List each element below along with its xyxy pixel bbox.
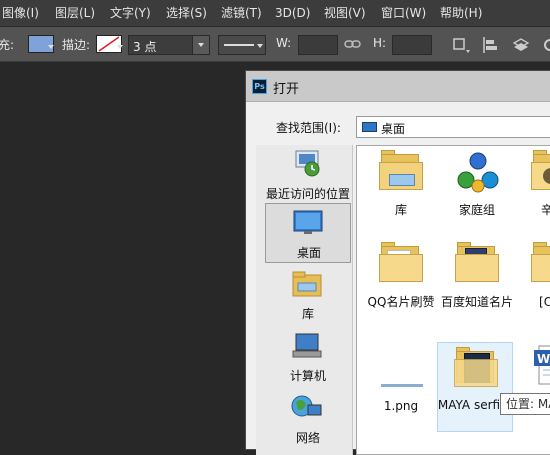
menu-view[interactable]: 视图(V) bbox=[324, 0, 366, 26]
file-label: 百度知道名片 bbox=[440, 295, 513, 309]
place-label: 最近访问的位置 bbox=[265, 187, 350, 201]
link-icon[interactable] bbox=[344, 37, 366, 57]
menu-select[interactable]: 选择(S) bbox=[166, 0, 207, 26]
list-item-folder[interactable]: [OFF bbox=[515, 242, 550, 322]
menu-help[interactable]: 帮助(H) bbox=[440, 0, 482, 26]
desktop-icon bbox=[362, 122, 377, 132]
recent-places-icon bbox=[295, 150, 320, 177]
path-alignment-icon[interactable] bbox=[479, 35, 501, 55]
png-file-icon bbox=[381, 384, 423, 387]
width-field[interactable] bbox=[298, 35, 338, 55]
fill-dropdown-icon bbox=[48, 45, 54, 49]
gear-icon[interactable] bbox=[540, 35, 550, 55]
width-label: W: bbox=[276, 36, 292, 50]
stroke-width-value: 3 点 bbox=[133, 40, 157, 54]
stroke-type-dropdown[interactable] bbox=[218, 35, 266, 55]
file-label: 家庭组 bbox=[458, 203, 495, 217]
stroke-label: 描边: bbox=[62, 38, 91, 52]
dialog-title-bar[interactable]: Ps 打开 bbox=[246, 71, 550, 102]
list-item-folder[interactable]: QQ名片刷赞 bbox=[363, 242, 439, 322]
place-recent[interactable]: 最近访问的位置 bbox=[265, 145, 351, 205]
list-item-folder[interactable]: 百度知道名片 bbox=[439, 242, 515, 322]
file-label: 库 bbox=[394, 203, 407, 217]
file-label: [OFF bbox=[539, 295, 550, 309]
fill-label: 填充: bbox=[0, 38, 15, 52]
list-item-folder-selected[interactable]: MAYA serfice bbox=[437, 342, 514, 432]
no-stroke-slash-icon bbox=[98, 36, 120, 52]
location-tooltip: 位置: MA bbox=[500, 393, 550, 415]
menu-image[interactable]: 图像(I) bbox=[2, 0, 39, 26]
libraries-folder-icon bbox=[379, 150, 425, 196]
list-item-user-folder[interactable]: 辛苦 bbox=[515, 150, 550, 230]
place-label: 计算机 bbox=[289, 369, 326, 383]
list-item-png-file[interactable]: 1.png bbox=[363, 346, 439, 426]
menu-layer[interactable]: 图层(L) bbox=[55, 0, 95, 26]
look-in-label: 查找范围(I): bbox=[276, 121, 341, 135]
menu-type[interactable]: 文字(Y) bbox=[110, 0, 151, 26]
menu-bar: 图像(I) 图层(L) 文字(Y) 选择(S) 滤镜(T) 3D(D) 视图(V… bbox=[0, 0, 550, 27]
file-label: 辛苦 bbox=[511, 202, 550, 218]
stroke-width-field[interactable]: 3 点 bbox=[128, 35, 210, 55]
svg-text:W: W bbox=[537, 352, 550, 366]
chevron-down-icon bbox=[257, 44, 263, 48]
folder-icon bbox=[454, 347, 500, 393]
menu-3d[interactable]: 3D(D) bbox=[275, 0, 310, 26]
fill-color-swatch[interactable] bbox=[28, 35, 54, 53]
network-icon bbox=[291, 395, 322, 417]
stroke-color-swatch[interactable] bbox=[96, 35, 122, 53]
word-document-icon: W bbox=[534, 345, 550, 385]
look-in-dropdown[interactable]: 桌面 bbox=[356, 116, 550, 138]
menu-window[interactable]: 窗口(W) bbox=[381, 0, 426, 26]
computer-icon bbox=[292, 333, 322, 358]
folder-icon bbox=[455, 242, 501, 288]
stroke-width-dropdown-button[interactable] bbox=[192, 36, 209, 54]
dialog-title: 打开 bbox=[273, 82, 300, 97]
chevron-down-icon bbox=[198, 43, 204, 47]
options-bar: 填充: 描边: 3 点 W: H: bbox=[0, 27, 550, 62]
places-bar: 最近访问的位置 桌面 库 计算机 网络 bbox=[256, 145, 353, 455]
libraries-icon bbox=[292, 271, 322, 297]
solid-line-icon bbox=[224, 44, 254, 46]
place-libraries[interactable]: 库 bbox=[265, 265, 351, 325]
look-in-value: 桌面 bbox=[381, 122, 406, 136]
stroke-dropdown-icon bbox=[117, 45, 123, 49]
folder-icon bbox=[379, 242, 425, 288]
desktop-icon bbox=[293, 210, 323, 234]
place-desktop[interactable]: 桌面 bbox=[265, 203, 351, 263]
user-folder-icon bbox=[531, 150, 550, 196]
height-label: H: bbox=[373, 36, 387, 50]
path-operations-icon[interactable] bbox=[450, 35, 472, 55]
file-label: QQ名片刷赞 bbox=[367, 295, 435, 309]
menu-filter[interactable]: 滤镜(T) bbox=[221, 0, 262, 26]
path-arrangement-icon[interactable] bbox=[510, 35, 532, 55]
list-item-homegroup[interactable]: 家庭组 bbox=[439, 150, 515, 230]
file-label: 1.png bbox=[383, 399, 419, 413]
place-computer[interactable]: 计算机 bbox=[265, 327, 351, 387]
folder-icon bbox=[531, 242, 550, 288]
place-label: 桌面 bbox=[296, 246, 321, 260]
list-item-libraries[interactable]: 库 bbox=[363, 150, 439, 230]
height-field[interactable] bbox=[392, 35, 432, 55]
place-label: 库 bbox=[301, 307, 314, 321]
place-network[interactable]: 网络 bbox=[265, 389, 351, 449]
homegroup-icon bbox=[457, 152, 499, 193]
photoshop-app-icon: Ps bbox=[252, 79, 267, 94]
